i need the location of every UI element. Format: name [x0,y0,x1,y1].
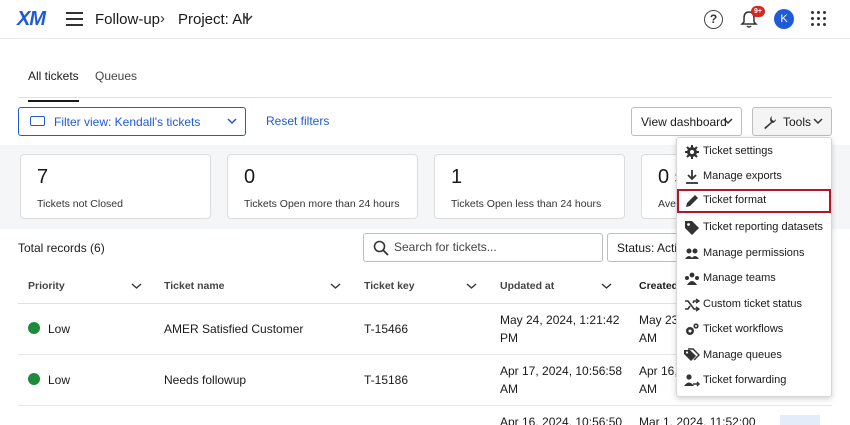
ticket-key-cell[interactable]: T-15466 [364,320,408,338]
menu-item-manage-teams[interactable]: Manage teams [677,267,831,291]
ticket-key-cell[interactable]: T-15186 [364,371,408,389]
app-grid-icon[interactable] [811,11,827,27]
menu-item-label: Custom ticket status [703,298,803,310]
status-filter-dropdown[interactable]: Status: Activ [607,233,687,262]
page-title: Follow-up [95,11,161,28]
view-dashboard-label: View dashboard [641,115,727,129]
stat-value: 1 [451,166,463,188]
chevron-down-icon[interactable] [466,281,477,291]
created-cell-line1: Mar 1, 2024, 11:52:00 [639,415,756,425]
hamburger-menu-icon[interactable] [66,12,83,26]
priority-cell: Low [48,322,71,336]
updated-at-cell: Apr 17, 2024, 10:56:58 AM [500,364,623,396]
tools-button[interactable]: Tools [752,107,832,136]
priority-cell: Low [48,373,71,387]
menu-item-label: Ticket format [703,194,767,206]
created-cell-line2: AM [639,331,657,345]
status-filter-label: Status: Activ [617,241,684,255]
stat-value: 0 [244,166,256,188]
menu-item-label: Ticket workflows [703,323,784,335]
pencil-icon [686,195,698,207]
tools-label: Tools [783,115,812,129]
menu-item-label: Manage queues [703,349,782,361]
menu-item-ticket-settings[interactable]: Ticket settings [677,140,831,164]
stat-card[interactable]: 1 Tickets Open less than 24 hours [434,154,625,219]
reset-filters-link[interactable]: Reset filters [266,114,329,128]
stat-caption: Tickets not Closed [37,198,123,210]
chevron-down-icon[interactable] [601,281,612,291]
view-dashboard-button[interactable]: View dashboard [631,107,742,136]
chevron-down-icon [723,118,733,125]
priority-indicator [28,322,40,334]
tag-icon [685,221,699,235]
column-header-created[interactable]: Created [639,280,678,292]
xm-logo[interactable]: XM [17,8,46,31]
search-input[interactable] [394,240,594,254]
ticket-icon [30,116,45,126]
stat-value: 7 [37,166,49,188]
project-selector[interactable]: Project: All [178,11,249,28]
filter-view-label: Filter view: Kendall's tickets [54,115,201,129]
search-box[interactable] [363,233,603,262]
user-forward-icon [684,374,700,387]
menu-item-manage-permissions[interactable]: Manage permissions [677,242,831,266]
row-divider [18,405,832,406]
download-icon [686,170,698,184]
menu-item-ticket-reporting-datasets[interactable]: Ticket reporting datasets [677,216,831,240]
created-cell-line1: May 23 [639,313,679,327]
menu-item-label: Manage permissions [703,247,805,259]
notification-badge: 9+ [751,6,765,17]
team-icon [685,272,699,285]
tab-queues[interactable]: Queues [95,69,137,93]
total-records: Total records (6) [18,241,105,255]
column-header-priority[interactable]: Priority [28,280,65,292]
menu-item-ticket-forwarding[interactable]: Ticket forwarding [677,369,831,393]
help-icon[interactable]: ? [704,10,723,29]
updated-at-cell: Apr 16, 2024, 10:56:50 [500,415,623,425]
ticket-name-cell[interactable]: Needs followup [164,371,246,389]
chevron-down-icon [813,118,823,125]
menu-item-label: Ticket settings [703,145,773,157]
menu-item-custom-ticket-status[interactable]: Custom ticket status [677,293,831,317]
menu-item-manage-exports[interactable]: Manage exports [677,165,831,189]
gears-icon [686,323,699,335]
tools-menu: Ticket settings Manage exports Ticket fo… [676,137,832,397]
row-action-chip[interactable] [780,415,820,425]
filter-view-dropdown[interactable]: Filter view: Kendall's tickets [18,107,246,136]
wrench-icon [764,116,776,129]
users-icon [685,248,699,259]
menu-item-label: Manage teams [703,272,776,284]
ticket-name-cell[interactable]: AMER Satisfied Customer [164,320,303,338]
priority-indicator [28,373,40,385]
menu-item-ticket-format[interactable]: Ticket format [677,189,831,213]
column-header-updated-at[interactable]: Updated at [500,280,554,292]
chevron-down-icon[interactable] [330,281,341,291]
created-cell-line2: AM [639,382,657,396]
gear-icon [685,145,699,159]
menu-item-label: Manage exports [703,170,782,182]
stat-caption: Tickets Open more than 24 hours [244,198,400,210]
breadcrumb-separator: › [160,10,165,27]
updated-at-cell: May 24, 2024, 1:21:42 PM [500,313,620,345]
chevron-down-icon [227,118,237,125]
avatar[interactable]: K [774,9,794,29]
tab-all-tickets[interactable]: All tickets [28,69,79,102]
tab-bar: All tickets Queues [18,60,832,102]
stat-card[interactable]: 7 Tickets not Closed [20,154,211,219]
menu-item-label: Ticket reporting datasets [703,221,824,233]
menu-item-manage-queues[interactable]: Manage queues [677,344,831,368]
stat-card[interactable]: 0 Tickets Open more than 24 hours [227,154,418,219]
search-icon [373,240,389,256]
chevron-down-icon[interactable] [243,13,253,23]
menu-item-ticket-workflows[interactable]: Ticket workflows [677,318,831,342]
menu-item-label: Ticket forwarding [703,374,787,386]
tags-icon [684,348,700,361]
shuffle-icon [685,298,700,312]
stat-caption: Tickets Open less than 24 hours [451,198,602,210]
top-bar: XM Follow-up › Project: All ? 9+ K [0,0,850,39]
column-header-ticket-key[interactable]: Ticket key [364,280,415,292]
column-header-ticket-name[interactable]: Ticket name [164,280,225,292]
chevron-down-icon[interactable] [131,281,142,291]
created-cell-line1: Apr 16, [639,364,678,378]
